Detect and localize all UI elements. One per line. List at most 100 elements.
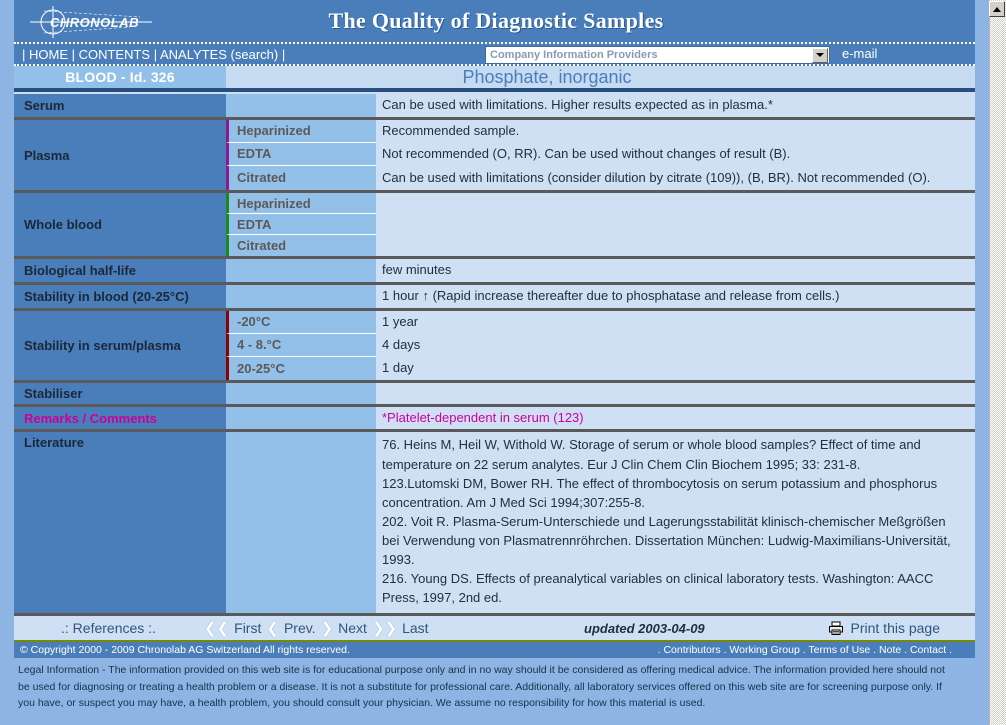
row-sub-temp-4-8: 4 - 8.°C [226, 333, 376, 357]
row-value-wb-heparinized [376, 193, 978, 215]
table-row: Biological half-life few minutes [14, 259, 978, 283]
footer-link-working-group[interactable]: Working Group [729, 644, 799, 656]
page-root: CHRONOLAB The Quality of Diagnostic Samp… [0, 0, 1006, 725]
svg-text:CHRONOLAB: CHRONOLAB [50, 15, 139, 30]
row-label-remarks: Remarks / Comments [14, 406, 226, 430]
row-value-wb-citrated [376, 235, 978, 257]
left-margin [0, 0, 14, 725]
group-whole-blood: Whole blood Heparinized EDTA Citrated [14, 193, 978, 260]
row-sub-plasma-heparinized: Heparinized [226, 119, 376, 143]
last-link[interactable]: Last [402, 620, 428, 636]
group-plasma: Plasma Heparinized Recommended sample. E… [14, 119, 978, 194]
print-label: Print this page [850, 620, 941, 637]
row-sub-temp-20-25: 20-25°C [226, 356, 376, 380]
updated-date: updated 2003-04-09 [584, 620, 705, 636]
row-sub-empty [226, 432, 376, 614]
row-value-plasma-citrated: Can be used with limitations (consider d… [376, 165, 978, 191]
row-sub-empty [226, 259, 376, 283]
vertical-scrollbar[interactable] [989, 0, 1006, 725]
chronolab-logo[interactable]: CHRONOLAB [20, 3, 160, 41]
group-stabiliser: Stabiliser [14, 382, 978, 407]
nav-links[interactable]: | HOME | CONTENTS | ANALYTES (search) | [14, 47, 285, 62]
company-info-providers-select[interactable]: Company Information Providers [485, 46, 830, 64]
chevron-down-icon[interactable] [812, 47, 828, 63]
first-arrow-icon[interactable]: ❮❮ [204, 621, 229, 636]
row-value-wb-edta [376, 214, 978, 236]
email-link[interactable]: e-mail [842, 46, 877, 61]
group-half-life: Biological half-life few minutes [14, 259, 978, 286]
row-label-serum: Serum [14, 94, 226, 117]
copyright-text: © Copyright 2000 - 2009 Chronolab AG Swi… [20, 644, 350, 657]
right-margin [975, 0, 989, 725]
next-arrow-icon[interactable]: ❯ [321, 621, 334, 636]
row-value-half-life: few minutes [376, 259, 978, 283]
scroll-up-button[interactable] [989, 1, 1005, 17]
row-label-plasma: Plasma [14, 119, 226, 191]
table-row: 4 - 8.°C 4 days [226, 333, 978, 357]
row-sub-plasma-citrated: Citrated [226, 165, 376, 191]
list-item: 76. Heins M, Heil W, Withold W. Storage … [382, 437, 921, 472]
table-row: Remarks / Comments *Platelet-dependent i… [14, 406, 978, 430]
legal-information: Legal Information - The information prov… [14, 658, 978, 716]
row-sub-empty [226, 285, 376, 309]
row-label-literature: Literature [14, 432, 226, 614]
table-row: EDTA [226, 214, 978, 236]
footer-links: . Contributors . Working Group . Terms o… [657, 644, 952, 657]
printer-icon [828, 621, 843, 635]
row-label-stabiliser: Stabiliser [14, 382, 226, 404]
table-row: 20-25°C 1 day [226, 356, 978, 380]
footer-link-contributors[interactable]: Contributors [663, 644, 720, 656]
pager-controls: ❮❮ First ❮ Prev. ❯ Next ❯❯ Last [204, 620, 429, 636]
analyte-name: Phosphate, inorganic [226, 66, 978, 88]
row-sub-empty [226, 94, 376, 117]
row-sub-plasma-edta: EDTA [226, 142, 376, 166]
group-stability-blood: Stability in blood (20-25°C) 1 hour ↑ (R… [14, 285, 978, 312]
row-sub-empty [226, 406, 376, 430]
row-sub-wb-citrated: Citrated [226, 235, 376, 257]
row-value-remarks: *Platelet-dependent in serum (123) [376, 406, 978, 430]
row-label-whole-blood: Whole blood [14, 193, 226, 257]
footer-link-terms-of-use[interactable]: Terms of Use [808, 644, 870, 656]
row-value-temp-20-25: 1 day [376, 356, 978, 380]
table-row: Literature 76. Heins M, Heil W, Withold … [14, 432, 978, 614]
references-link[interactable]: .: References :. [61, 620, 156, 636]
row-sub-wb-heparinized: Heparinized [226, 193, 376, 215]
row-label-half-life: Biological half-life [14, 259, 226, 283]
list-item: 216. Young DS. Effects of preanalytical … [382, 571, 934, 606]
content-column: CHRONOLAB The Quality of Diagnostic Samp… [14, 0, 978, 725]
table-row: Heparinized [226, 193, 978, 215]
table-row: Citrated Can be used with limitations (c… [226, 165, 978, 191]
table-row: Stability in blood (20-25°C) 1 hour ↑ (R… [14, 285, 978, 309]
table-row: -20°C 1 year [226, 311, 978, 334]
select-value: Company Information Providers [490, 49, 658, 61]
first-link[interactable]: First [234, 620, 261, 636]
table-row: Heparinized Recommended sample. [226, 119, 978, 143]
last-arrow-icon[interactable]: ❯❯ [372, 621, 397, 636]
prev-arrow-icon[interactable]: ❮ [266, 621, 279, 636]
group-stability-serum: Stability in serum/plasma -20°C 1 year 4… [14, 311, 978, 383]
row-value-temp-minus20: 1 year [376, 311, 978, 334]
print-page-button[interactable]: Print this page [828, 620, 941, 637]
site-header: CHRONOLAB The Quality of Diagnostic Samp… [14, 0, 978, 44]
group-serum: Serum Can be used with limitations. High… [14, 94, 978, 120]
table-row: Stabiliser [14, 382, 978, 404]
footer-link-contact[interactable]: Contact [910, 644, 946, 656]
top-nav-bar: | HOME | CONTENTS | ANALYTES (search) | … [14, 44, 978, 66]
row-sub-temp-minus20: -20°C [226, 311, 376, 334]
table-row: Serum Can be used with limitations. High… [14, 94, 978, 117]
next-link[interactable]: Next [338, 620, 367, 636]
group-remarks: Remarks / Comments *Platelet-dependent i… [14, 406, 978, 433]
prev-link[interactable]: Prev. [284, 620, 316, 636]
row-sub-empty [226, 382, 376, 404]
analyte-title-row: BLOOD - Id. 326 Phosphate, inorganic [14, 66, 978, 92]
copyright-bar: © Copyright 2000 - 2009 Chronolab AG Swi… [14, 642, 978, 659]
legal-filler [14, 715, 978, 725]
footer-navigation: .: References :. ❮❮ First ❮ Prev. ❯ Next… [14, 616, 978, 643]
footer-link-note[interactable]: Note [879, 644, 901, 656]
properties-table: Serum Can be used with limitations. High… [14, 92, 978, 617]
chronolab-logo-icon: CHRONOLAB [30, 6, 152, 38]
row-label-stability-serum: Stability in serum/plasma [14, 311, 226, 380]
row-value-stability-blood: 1 hour ↑ (Rapid increase thereafter due … [376, 285, 978, 309]
list-item: 202. Voit R. Plasma-Serum-Unterschiede u… [382, 513, 951, 568]
row-sub-wb-edta: EDTA [226, 214, 376, 236]
